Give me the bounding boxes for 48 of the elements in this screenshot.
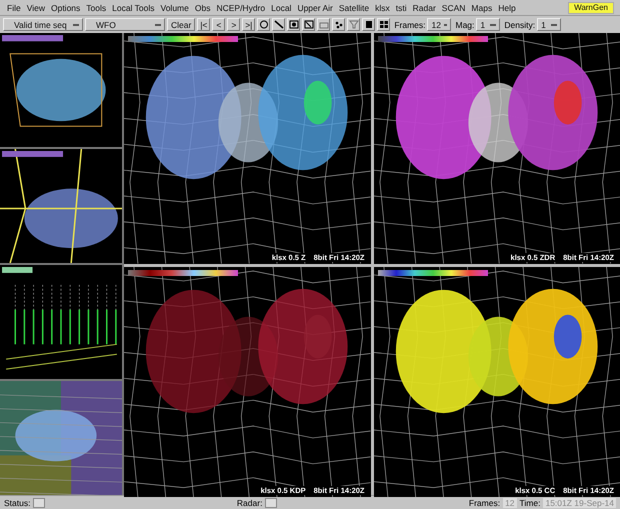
status-label: Status: [4,498,30,508]
menu-item[interactable]: Local Tools [109,2,158,12]
dropdown[interactable]: WFO [85,18,165,31]
menu-item[interactable]: Obs [192,2,214,12]
single-panel-icon[interactable] [362,18,376,31]
clear-button[interactable]: Clear [167,18,196,31]
menu-item[interactable]: Radar [410,2,439,12]
status-field[interactable] [33,498,46,508]
frames-label: Frames: [468,498,500,508]
menu-item[interactable]: tsti [392,2,410,12]
radar-thumbnail-drawing[interactable] [0,33,122,147]
mag-label: Mag: [455,20,474,30]
menu-item[interactable]: Volume [158,2,192,12]
menu-item[interactable]: Local [268,2,294,12]
density-dropdown[interactable]: 1 [537,18,562,31]
frames-label: Frames: [394,20,426,30]
warngen-button[interactable]: WarnGen [568,2,614,14]
four-panel-icon[interactable] [377,18,390,31]
mag-dropdown[interactable]: 1 [476,18,500,31]
frame-step-button[interactable]: |< [197,18,210,31]
frames-dropdown[interactable]: 12 [427,18,452,31]
points-icon[interactable] [332,18,346,31]
menu-item[interactable]: View [24,2,48,12]
frame-step-button[interactable]: >| [242,18,256,31]
menu-item[interactable]: klsx [372,2,393,12]
zoom-icon[interactable] [302,18,316,31]
frames-value: 12 [503,498,517,508]
time-value: 15:01Z 19-Sep-14 [543,498,616,508]
pan-icon[interactable] [287,18,300,31]
menu-item[interactable]: SCAN [438,2,468,12]
frame-step-button[interactable]: < [212,18,226,31]
menu-item[interactable]: File [4,2,24,12]
menu-item[interactable]: Help [495,2,519,12]
time-label: Time: [520,498,540,508]
dropdown[interactable]: Valid time seq [3,18,83,31]
funnel-icon[interactable] [347,18,360,31]
wind-profile-drawing[interactable] [0,265,122,379]
density-label: Density: [504,20,536,30]
frame-step-button[interactable]: > [227,18,240,31]
map-thumbnail-drawing[interactable] [0,149,122,263]
menu-item[interactable]: Maps [468,2,496,12]
menu-item[interactable]: Satellite [336,2,372,12]
menu-item[interactable]: NCEP/Hydro [213,2,268,12]
radar-field[interactable] [265,498,278,508]
menu-item[interactable]: Tools [83,2,110,12]
radar-label: Radar: [236,498,262,508]
menu-item[interactable]: Options [48,2,84,12]
menu-item[interactable]: Upper Air [294,2,336,12]
